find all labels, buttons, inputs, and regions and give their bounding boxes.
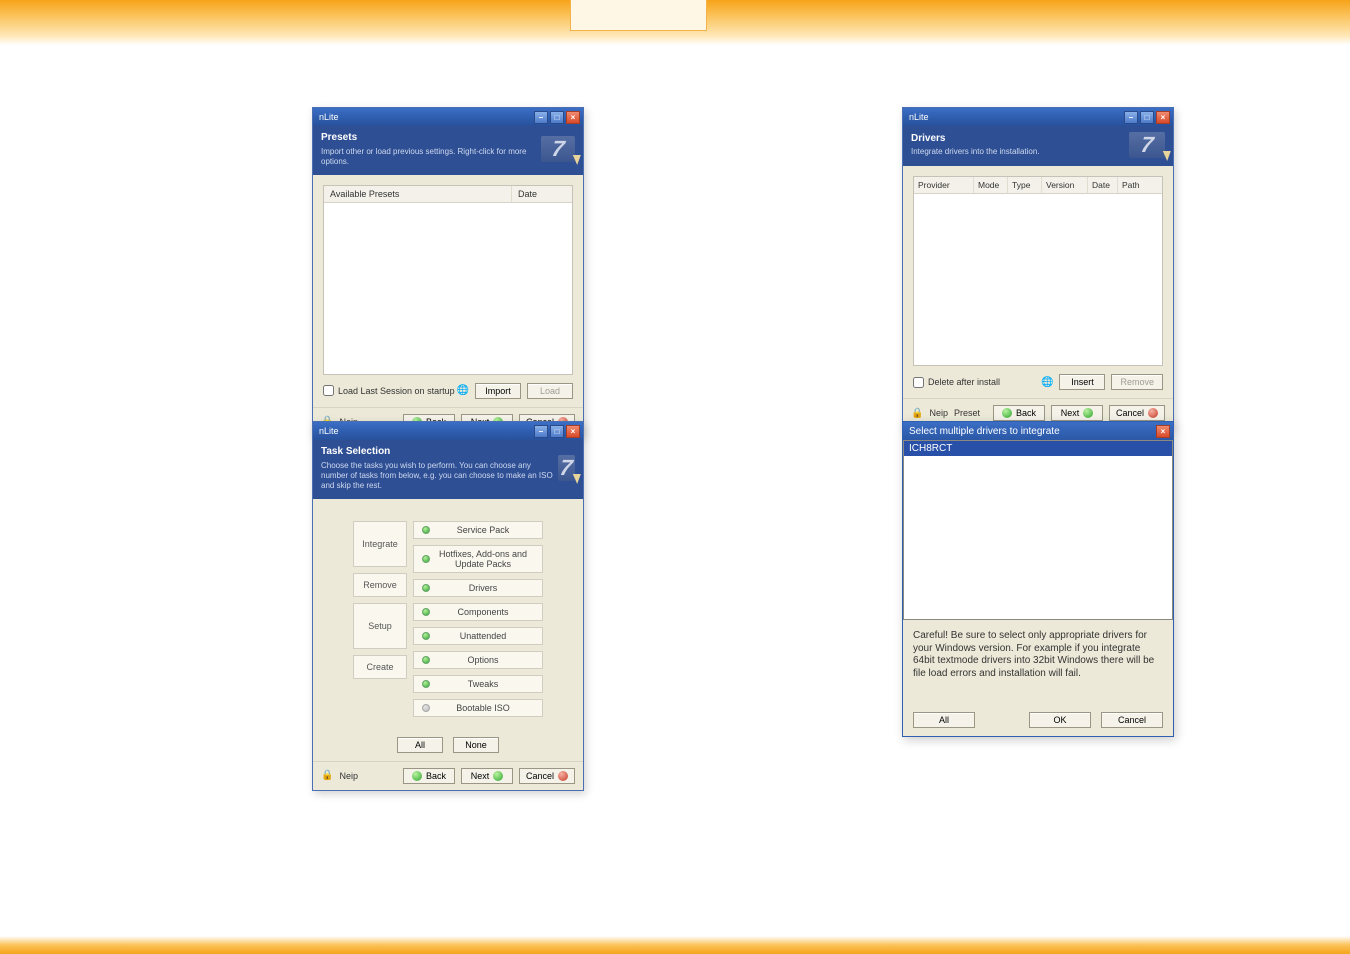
nlite-logo-icon: 7 <box>1129 132 1165 158</box>
group-setup[interactable]: Setup <box>353 603 407 649</box>
close-button[interactable]: × <box>566 111 580 124</box>
banner: Drivers Integrate drivers into the insta… <box>903 126 1173 166</box>
col-date[interactable]: Date <box>512 186 572 202</box>
next-button[interactable]: Next <box>461 768 513 784</box>
drivers-table[interactable]: Provider Mode Type Version Date Path <box>913 176 1163 366</box>
cancel-button[interactable]: Cancel <box>1109 405 1165 421</box>
ok-button[interactable]: OK <box>1029 712 1091 728</box>
dialog-title: Select multiple drivers to integrate <box>909 426 1060 437</box>
footer-preset-label[interactable]: Preset <box>954 408 980 418</box>
footer-left-label[interactable]: Neip <box>929 408 948 418</box>
banner-subheading: Import other or load previous settings. … <box>321 147 541 167</box>
minimize-button[interactable]: – <box>534 111 548 124</box>
task-drivers[interactable]: Drivers <box>413 579 543 597</box>
group-remove[interactable]: Remove <box>353 573 407 597</box>
all-button[interactable]: All <box>913 712 975 728</box>
banner-heading: Task Selection <box>321 446 558 459</box>
col-provider[interactable]: Provider <box>914 177 974 193</box>
task-components[interactable]: Components <box>413 603 543 621</box>
titlebar[interactable]: nLite – □ × <box>313 422 583 440</box>
cancel-button[interactable]: Cancel <box>1101 712 1163 728</box>
selected-folder[interactable]: ICH8RCT <box>904 441 1172 456</box>
footer-left-label[interactable]: Neip <box>339 771 358 781</box>
cancel-button[interactable]: Cancel <box>519 768 575 784</box>
none-button[interactable]: None <box>453 737 499 753</box>
col-available[interactable]: Available Presets <box>324 186 512 202</box>
page-bottom-band <box>0 936 1350 954</box>
minimize-button[interactable]: – <box>534 425 548 438</box>
task-hotfixes[interactable]: Hotfixes, Add-ons and Update Packs <box>413 545 543 573</box>
window-presets: nLite – □ × Presets Import other or load… <box>312 107 584 437</box>
maximize-button[interactable]: □ <box>1140 111 1154 124</box>
group-create[interactable]: Create <box>353 655 407 679</box>
nlite-logo-icon: 7 <box>541 136 575 162</box>
back-button[interactable]: Back <box>403 768 455 784</box>
window-tasks: nLite – □ × Task Selection Choose the ta… <box>312 421 584 791</box>
refresh-icon[interactable]: 🌐 <box>1041 377 1053 388</box>
all-button[interactable]: All <box>397 737 443 753</box>
dialog-select-drivers: Select multiple drivers to integrate × I… <box>902 421 1174 737</box>
titlebar[interactable]: nLite – □ × <box>903 108 1173 126</box>
col-version[interactable]: Version <box>1042 177 1088 193</box>
titlebar[interactable]: nLite – □ × <box>313 108 583 126</box>
lock-icon: 🔒 <box>321 770 333 781</box>
col-path[interactable]: Path <box>1118 177 1162 193</box>
warning-text: Careful! Be sure to select only appropri… <box>903 620 1173 704</box>
group-integrate[interactable]: Integrate <box>353 521 407 567</box>
lock-icon: 🔒 <box>911 408 923 419</box>
titlebar[interactable]: Select multiple drivers to integrate × <box>903 422 1173 440</box>
back-button[interactable]: Back <box>993 405 1045 421</box>
banner-subheading: Integrate drivers into the installation. <box>911 147 1040 157</box>
window-drivers: nLite – □ × Drivers Integrate drivers in… <box>902 107 1174 428</box>
maximize-button[interactable]: □ <box>550 111 564 124</box>
insert-button[interactable]: Insert <box>1059 374 1105 390</box>
load-button[interactable]: Load <box>527 383 573 399</box>
driver-folder-list[interactable]: ICH8RCT <box>903 440 1173 620</box>
import-button[interactable]: Import <box>475 383 521 399</box>
banner-subheading: Choose the tasks you wish to perform. Yo… <box>321 461 558 491</box>
banner: Task Selection Choose the tasks you wish… <box>313 440 583 499</box>
remove-button[interactable]: Remove <box>1111 374 1163 390</box>
task-unattended[interactable]: Unattended <box>413 627 543 645</box>
task-options[interactable]: Options <box>413 651 543 669</box>
maximize-button[interactable]: □ <box>550 425 564 438</box>
col-type[interactable]: Type <box>1008 177 1042 193</box>
banner-heading: Presets <box>321 132 541 145</box>
refresh-icon[interactable]: 🌐 <box>457 385 469 396</box>
col-date[interactable]: Date <box>1088 177 1118 193</box>
load-last-session-checkbox[interactable]: Load Last Session on startup <box>323 385 455 396</box>
delete-after-install-checkbox[interactable]: Delete after install <box>913 377 1000 388</box>
task-tweaks[interactable]: Tweaks <box>413 675 543 693</box>
delete-after-label: Delete after install <box>928 377 1000 387</box>
close-button[interactable]: × <box>566 425 580 438</box>
task-bootable-iso[interactable]: Bootable ISO <box>413 699 543 717</box>
window-title: nLite <box>909 112 929 122</box>
col-mode[interactable]: Mode <box>974 177 1008 193</box>
preset-list[interactable]: Available Presets Date <box>323 185 573 375</box>
load-last-label: Load Last Session on startup <box>338 386 455 396</box>
page-top-band <box>0 0 1350 45</box>
close-button[interactable]: × <box>1156 111 1170 124</box>
close-button[interactable]: × <box>1156 425 1170 438</box>
next-button[interactable]: Next <box>1051 405 1103 421</box>
window-title: nLite <box>319 426 339 436</box>
banner: Presets Import other or load previous se… <box>313 126 583 175</box>
task-service-pack[interactable]: Service Pack <box>413 521 543 539</box>
banner-heading: Drivers <box>911 133 1040 146</box>
nlite-logo-icon: 7 <box>558 455 575 481</box>
minimize-button[interactable]: – <box>1124 111 1138 124</box>
window-title: nLite <box>319 112 339 122</box>
